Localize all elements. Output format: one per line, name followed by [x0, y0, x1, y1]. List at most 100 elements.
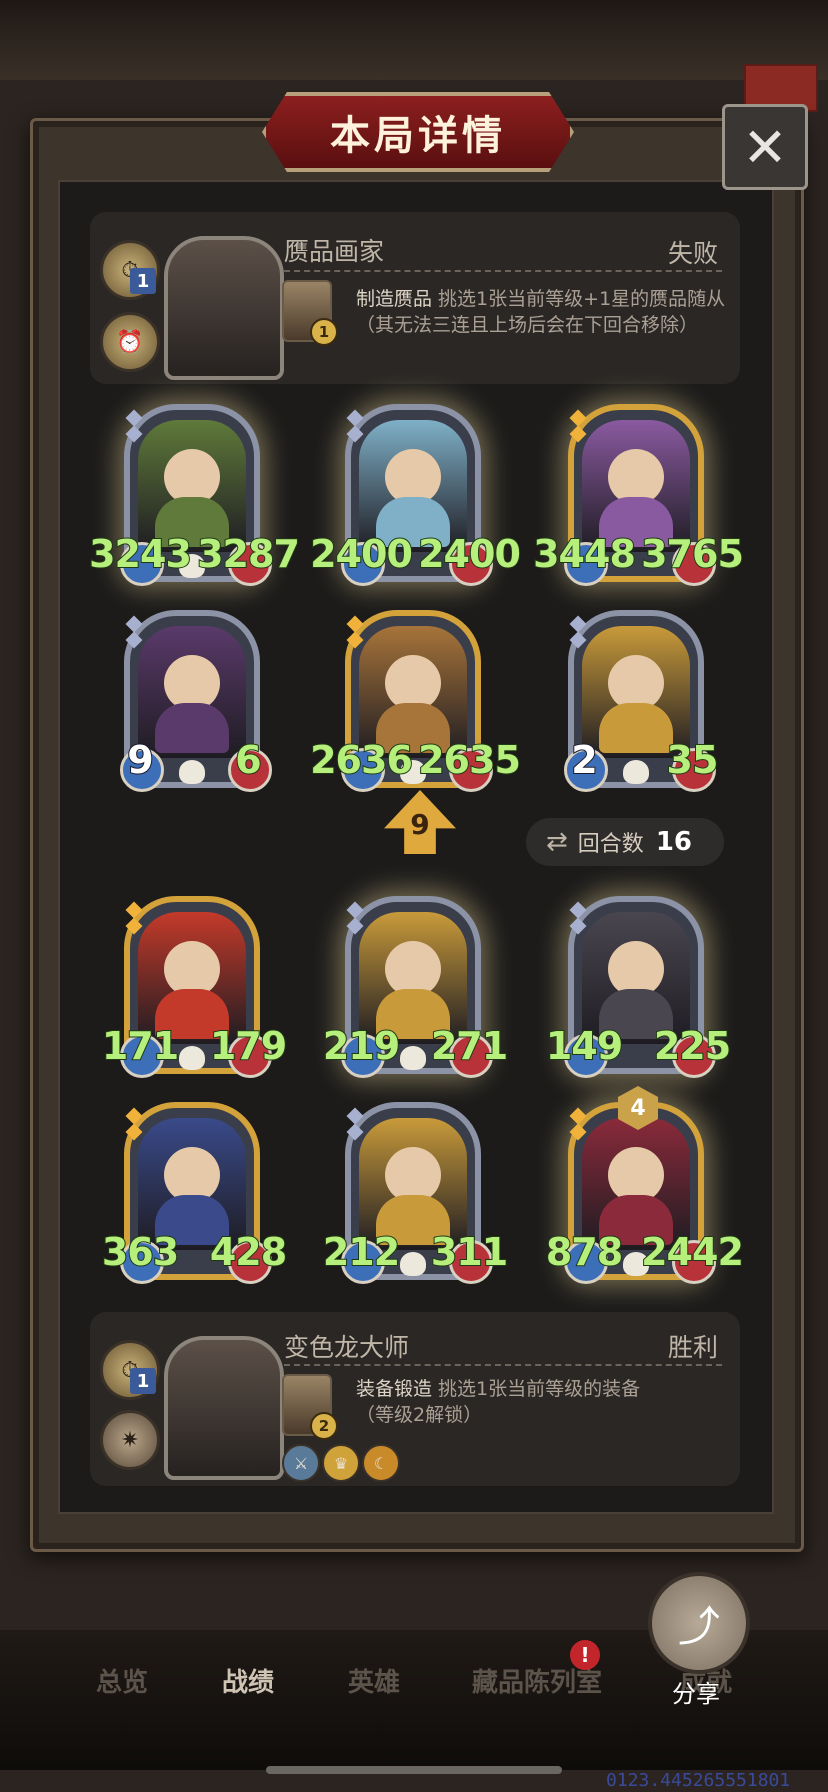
level-tag: 1 [130, 268, 156, 294]
alarm-icon: ⏰ [100, 312, 160, 372]
gem-icon: ✷ [100, 1410, 160, 1470]
star-pip [125, 425, 143, 443]
star-pip [125, 917, 143, 935]
star-pip [346, 615, 364, 633]
health-value: 2400 [417, 531, 522, 577]
star-rank [125, 615, 143, 650]
hero-power-name: 制造赝品 [356, 288, 433, 310]
divider [284, 270, 722, 272]
star-pip [125, 901, 143, 919]
top-backdrop [0, 0, 828, 80]
tab-heroes[interactable]: 英雄 [348, 1662, 400, 1699]
attack-value: 171 [101, 1023, 180, 1069]
close-button[interactable]: ✕ [722, 104, 808, 190]
opponent-result: 失败 [668, 239, 719, 268]
minion-body [599, 702, 673, 753]
star-pip [125, 631, 143, 649]
share-label: 分享 [672, 1680, 720, 1708]
star-pip [346, 1107, 364, 1125]
star-rank [569, 409, 587, 444]
skull-icon [623, 760, 649, 784]
health-value: 2635 [417, 737, 522, 783]
hero-power-name: 装备锻造 [356, 1378, 433, 1400]
star-rank [125, 901, 143, 936]
star-pip [125, 1107, 143, 1125]
star-pip [569, 1123, 587, 1141]
star-pip [569, 615, 587, 633]
star-pip [346, 631, 364, 649]
skull-icon [400, 1046, 426, 1070]
attack-value: 149 [545, 1023, 624, 1069]
player-name: 变色龙大师 [284, 1333, 410, 1362]
sword-icon[interactable]: ⚔ [282, 1444, 320, 1482]
attack-value: 363 [101, 1229, 180, 1275]
attack-value: 219 [322, 1023, 401, 1069]
minion-body [155, 702, 229, 753]
star-rank [569, 901, 587, 936]
hero-power-description: 装备锻造 挑选1张当前等级的装备 （等级2解锁） [356, 1376, 736, 1428]
health-value: 2442 [640, 1229, 745, 1275]
round-value: 16 [655, 827, 692, 857]
footer-number: 0123.445265551801 [606, 1770, 791, 1791]
star-rank [346, 615, 364, 650]
star-pip [569, 901, 587, 919]
attack-value: 2 [570, 737, 599, 783]
skull-icon [400, 1252, 426, 1276]
health-value: 179 [209, 1023, 288, 1069]
health-value: 271 [430, 1023, 509, 1069]
star-pip [569, 917, 587, 935]
skull-icon [179, 1046, 205, 1070]
star-pip [125, 409, 143, 427]
share-icon: ⤴ [677, 1601, 720, 1651]
star-pip [346, 1123, 364, 1141]
health-value: 428 [209, 1229, 288, 1275]
hero-power-desc-1: 挑选1张当前等级的装备 [432, 1378, 641, 1400]
attack-value: 3448 [532, 531, 637, 577]
star-pip [569, 425, 587, 443]
attack-value: 878 [545, 1229, 624, 1275]
hero-power-desc-1: 挑选1张当前等级+1星的赝品随从 [432, 288, 726, 310]
attack-value: 212 [322, 1229, 401, 1275]
star-pip [569, 409, 587, 427]
health-value: 3765 [640, 531, 745, 577]
tab-overview[interactable]: 总览 [96, 1662, 148, 1699]
star-rank [125, 409, 143, 444]
star-rank [569, 1107, 587, 1142]
player-hero-portrait[interactable] [164, 1336, 284, 1480]
health-value: 225 [653, 1023, 732, 1069]
star-pip [346, 917, 364, 935]
tab-battle-record[interactable]: 战绩 [222, 1662, 274, 1699]
minion-art [138, 626, 246, 758]
star-rank [569, 615, 587, 650]
swap-icon: ⇄ [546, 827, 568, 857]
star-rank [346, 901, 364, 936]
attack-value: 2636 [309, 737, 414, 783]
star-pip [569, 631, 587, 649]
star-rank [125, 1107, 143, 1142]
home-indicator [266, 1766, 562, 1774]
divider [284, 1364, 722, 1366]
opponent-name: 赝品画家 [284, 237, 385, 266]
hero-power-cost: 1 [310, 318, 338, 346]
star-pip [125, 1123, 143, 1141]
hero-power-desc-2: （其无法三连且上场后会在下回合移除） [356, 314, 699, 336]
attack-value: 2400 [309, 531, 414, 577]
level-tag: 1 [130, 1368, 156, 1394]
share-button[interactable]: ⤴ [648, 1572, 750, 1674]
attack-value: 9 [126, 737, 155, 783]
health-value: 35 [666, 737, 720, 783]
round-label: 回合数 [577, 832, 644, 857]
attack-value: 3243 [88, 531, 193, 577]
hero-power-description: 制造赝品 挑选1张当前等级+1星的赝品随从 （其无法三连且上场后会在下回合移除） [356, 286, 736, 338]
star-pip [569, 1107, 587, 1125]
hero-power-cost: 2 [310, 1412, 338, 1440]
star-pip [346, 409, 364, 427]
health-value: 311 [430, 1229, 509, 1275]
crown-icon[interactable]: ♛ [322, 1444, 360, 1482]
star-pip [346, 425, 364, 443]
claw-icon[interactable]: ☾ [362, 1444, 400, 1482]
round-counter: ⇄ 回合数 16 [526, 818, 724, 866]
page-title: 本局详情 [262, 92, 574, 172]
opponent-hero-portrait[interactable] [164, 236, 284, 380]
notification-badge: ! [570, 1640, 600, 1670]
